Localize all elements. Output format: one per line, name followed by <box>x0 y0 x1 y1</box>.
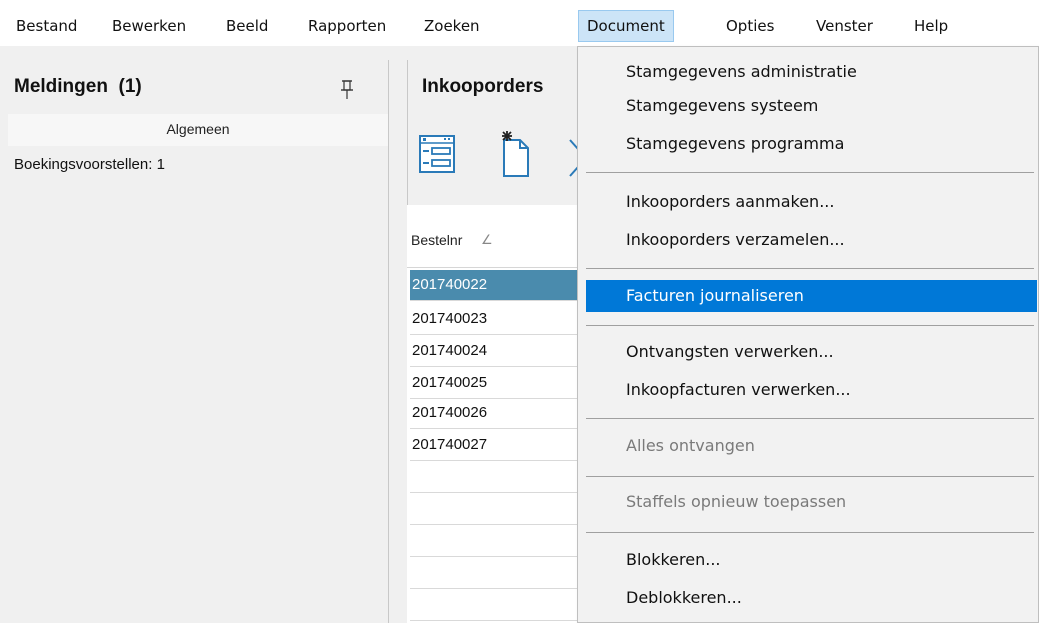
menu-item-inkoopfacturen-verwerken[interactable]: Inkoopfacturen verwerken... <box>586 374 1037 406</box>
menu-item-facturen-journaliseren[interactable]: Facturen journaliseren <box>586 280 1037 312</box>
table-row[interactable]: 201740027 <box>410 430 597 461</box>
menu-item-stamgegevens-systeem[interactable]: Stamgegevens systeem <box>586 90 1037 122</box>
menu-zoeken[interactable]: Zoeken <box>416 10 488 42</box>
table-row-empty <box>410 558 597 589</box>
menu-bestand[interactable]: Bestand <box>8 10 85 42</box>
table-row[interactable]: 201740024 <box>410 336 597 367</box>
menu-item-stamgegevens-programma[interactable]: Stamgegevens programma <box>586 128 1037 160</box>
table-row[interactable]: 201740025 <box>410 368 597 399</box>
notifications-title: Meldingen (1) <box>14 76 142 97</box>
table-row-empty <box>410 590 597 621</box>
menu-item-inkooporders-verzamelen[interactable]: Inkooporders verzamelen... <box>586 224 1037 256</box>
table-row[interactable]: 201740023 <box>410 304 597 335</box>
table-row[interactable]: 201740026 <box>410 398 597 429</box>
table-row-empty <box>410 526 597 557</box>
menu-separator <box>586 172 1034 173</box>
menu-item-deblokkeren[interactable]: Deblokkeren... <box>586 582 1037 614</box>
new-document-icon[interactable] <box>498 130 532 180</box>
menu-item-staffels-opnieuw-toepassen: Staffels opnieuw toepassen <box>626 492 847 511</box>
menu-opties[interactable]: Opties <box>718 10 782 42</box>
menu-item-stamgegevens-administratie[interactable]: Stamgegevens administratie <box>586 56 1037 88</box>
menu-venster[interactable]: Venster <box>808 10 881 42</box>
table-row-empty <box>410 462 597 493</box>
menu-item-blokkeren[interactable]: Blokkeren... <box>586 544 1037 576</box>
pin-icon[interactable] <box>340 80 354 100</box>
menu-separator <box>586 418 1034 419</box>
sort-icon: ∠ <box>481 232 493 247</box>
menu-item-ontvangsten-verwerken[interactable]: Ontvangsten verwerken... <box>586 336 1037 368</box>
menu-separator <box>586 268 1034 269</box>
table-row[interactable]: 201740022 <box>410 270 597 301</box>
table-row-empty <box>410 494 597 525</box>
menu-bewerken[interactable]: Bewerken <box>104 10 194 42</box>
menu-document[interactable]: Document <box>578 10 674 42</box>
menu-separator <box>586 476 1034 477</box>
document-title: Inkooporders <box>422 76 544 97</box>
menu-separator <box>586 532 1034 533</box>
notification-item[interactable]: Boekingsvoorstellen: 1 <box>14 156 165 173</box>
list-icon[interactable] <box>418 130 456 178</box>
menu-help[interactable]: Help <box>906 10 956 42</box>
notifications-group-header[interactable]: Algemeen <box>8 114 388 146</box>
menu-separator <box>586 325 1034 326</box>
column-header-label: Bestelnr <box>411 232 463 248</box>
menu-bar: Bestand Bewerken Beeld Rapporten Zoeken … <box>0 0 1039 46</box>
menu-beeld[interactable]: Beeld <box>218 10 276 42</box>
menu-item-inkooporders-aanmaken[interactable]: Inkooporders aanmaken... <box>586 186 1037 218</box>
menu-rapporten[interactable]: Rapporten <box>300 10 394 42</box>
menu-item-alles-ontvangen: Alles ontvangen <box>626 436 755 455</box>
